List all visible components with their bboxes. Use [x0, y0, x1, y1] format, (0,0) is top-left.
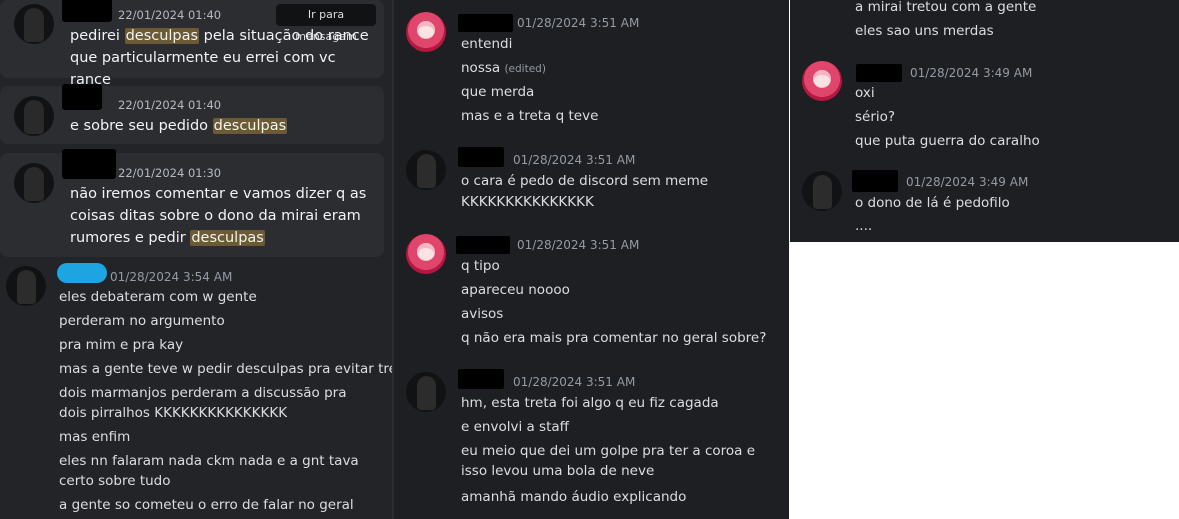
- message-timestamp: 01/28/2024 3:51 AM: [517, 238, 640, 252]
- chat-message: que merda: [461, 84, 535, 100]
- message-text: não iremos comentar e vamos dizer q as c…: [70, 186, 367, 246]
- chat-message: eu meio que dei um golpe pra ter a coroa…: [461, 443, 756, 479]
- redacted-username: [458, 147, 504, 167]
- redacted-username: [62, 84, 102, 110]
- redacted-username: [852, 170, 898, 192]
- message-timestamp: 01/28/2024 3:49 AM: [910, 66, 1033, 80]
- chat-message: sério?: [855, 109, 896, 125]
- search-result-1[interactable]: 22/01/2024 01:40 Ir para mensagem pedire…: [0, 0, 384, 88]
- chat-message: eles sao uns merdas: [855, 23, 994, 39]
- avatar[interactable]: [6, 266, 46, 306]
- chat-message: mas enfim: [59, 429, 131, 445]
- chat-message: entendi: [461, 36, 513, 52]
- avatar[interactable]: [14, 163, 54, 203]
- avatar[interactable]: [406, 12, 446, 52]
- avatar[interactable]: [14, 96, 54, 136]
- jump-to-message-button[interactable]: Ir para mensagem: [276, 4, 376, 43]
- avatar[interactable]: [802, 171, 842, 211]
- redacted-username: [458, 14, 513, 32]
- chat-message: a gente so cometeu o erro de falar no ge…: [59, 497, 354, 513]
- chat-message: eles nn falaram nada ckm nada e a gnt ta…: [59, 453, 359, 489]
- chat-message: nossa (edited): [461, 60, 546, 76]
- edited-label: (edited): [504, 63, 546, 75]
- chat-panel-middle: 01/28/2024 3:51 AM entendi nossa (edited…: [394, 0, 789, 519]
- chat-message: ....: [855, 218, 873, 234]
- avatar[interactable]: [802, 61, 842, 101]
- chat-message: e envolvi a staff: [461, 419, 569, 435]
- chat-message: KKKKKKKKKKKKKKK: [461, 194, 594, 210]
- chat-message: que puta guerra do caralho: [855, 133, 1040, 149]
- chat-message: perderam no argumento: [59, 313, 225, 329]
- message-timestamp: 01/28/2024 3:51 AM: [513, 375, 636, 389]
- chat-message: pra mim e pra kay: [59, 337, 184, 353]
- avatar[interactable]: [406, 150, 446, 190]
- redacted-username: [456, 236, 510, 254]
- message-text: e sobre seu pedido desculpas: [70, 118, 288, 134]
- chat-panel-right: a mirai tretou com a gente eles sao uns …: [790, 0, 1179, 242]
- chat-message: eles debateram com w gente: [59, 289, 257, 305]
- chat-message: avisos: [461, 306, 504, 322]
- redacted-username: [458, 369, 504, 389]
- message-timestamp: 01/28/2024 3:51 AM: [513, 153, 636, 167]
- chat-message: q tipo: [461, 258, 500, 274]
- redacted-username: [62, 149, 116, 179]
- avatar[interactable]: [14, 4, 54, 44]
- search-result-2[interactable]: 22/01/2024 01:40 e sobre seu pedido desc…: [0, 84, 384, 144]
- search-results-panel: 22/01/2024 01:40 Ir para mensagem pedire…: [0, 0, 392, 519]
- search-highlight: desculpas: [190, 230, 265, 246]
- message-timestamp: 22/01/2024 01:40: [118, 98, 222, 112]
- redacted-username: [62, 0, 112, 22]
- message-timestamp: 01/28/2024 3:51 AM: [517, 16, 640, 30]
- message-timestamp: 01/28/2024 3:54 AM: [110, 270, 233, 284]
- avatar[interactable]: [406, 234, 446, 274]
- redacted-username: [57, 263, 107, 283]
- chat-message: oxi: [855, 85, 875, 101]
- message-timestamp: 22/01/2024 01:40: [118, 8, 222, 22]
- redacted-username: [856, 64, 902, 82]
- chat-message: amanhã mando áudio explicando: [461, 489, 687, 505]
- chat-message: apareceu noooo: [461, 282, 570, 298]
- search-highlight: desculpas: [212, 118, 288, 134]
- chat-message: mas e a treta q teve: [461, 108, 599, 124]
- chat-message: q não era mais pra comentar no geral sob…: [461, 330, 767, 346]
- chat-message: a mirai tretou com a gente: [855, 0, 1037, 15]
- message-timestamp: 22/01/2024 01:30: [118, 166, 222, 180]
- search-result-3[interactable]: 22/01/2024 01:30 não iremos comentar e v…: [0, 149, 384, 257]
- message-timestamp: 01/28/2024 3:49 AM: [906, 175, 1029, 189]
- chat-message: o dono de lá é pedofilo: [855, 195, 1010, 211]
- chat-message: dois marmanjos perderam a discussão pra …: [59, 385, 347, 421]
- chat-message: o cara é pedo de discord sem meme: [461, 173, 709, 189]
- search-highlight: desculpas: [124, 28, 200, 44]
- chat-message: hm, esta treta foi algo q eu fiz cagada: [461, 395, 719, 411]
- avatar[interactable]: [406, 372, 446, 412]
- message-text: pedirei desculpas pela situação do rance…: [70, 28, 369, 88]
- chat-message: mas a gente teve w pedir desculpas pra e…: [59, 361, 392, 377]
